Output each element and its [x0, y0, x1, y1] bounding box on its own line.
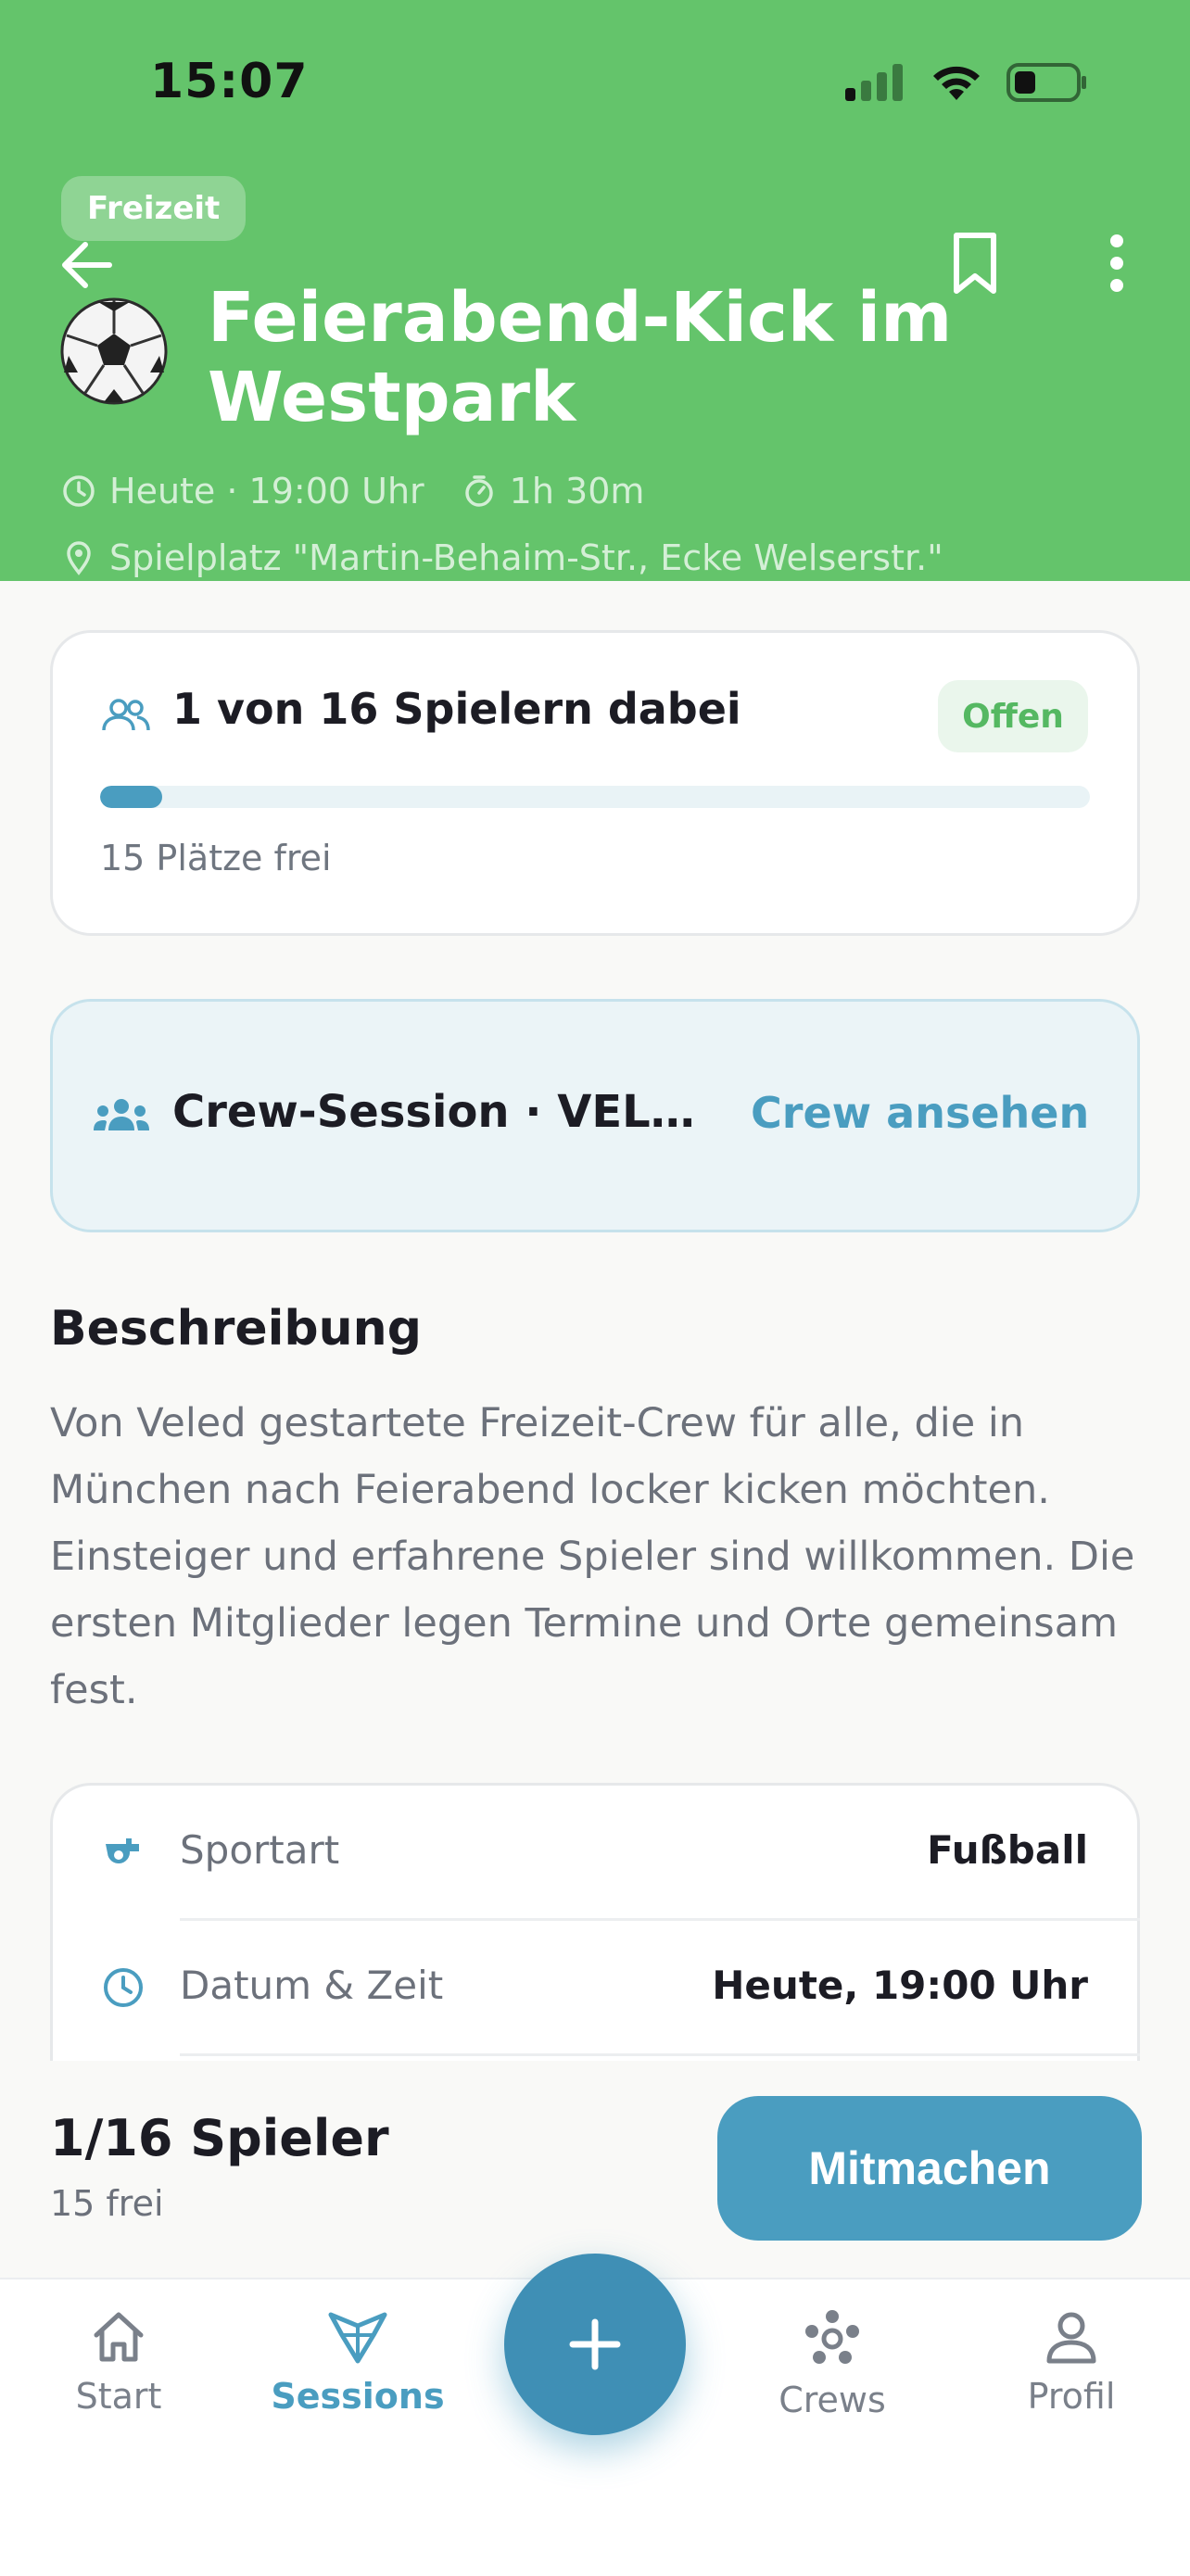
session-location-row[interactable]: Spielplatz "Martin-Behaim-Str., Ecke Wel…	[61, 537, 943, 578]
session-duration: 1h 30m	[509, 471, 645, 511]
back-button[interactable]	[56, 232, 122, 298]
session-when: Heute · 19:00 Uhr	[109, 471, 424, 511]
create-session-button[interactable]	[504, 2254, 686, 2435]
tab-crews[interactable]: Crews	[730, 2307, 934, 2420]
profile-icon	[1046, 2312, 1096, 2364]
battery-icon	[1006, 63, 1086, 102]
crews-icon	[805, 2310, 859, 2364]
description-text: Von Veled gestartete Freizeit-Crew für a…	[50, 1400, 1135, 1713]
player-free-count: 15 frei	[50, 2183, 164, 2224]
detail-label-datetime: Datum & Zeit	[180, 1963, 444, 2008]
more-options-button[interactable]	[1094, 230, 1140, 297]
tab-label: Sessions	[271, 2376, 445, 2417]
home-icon	[94, 2312, 144, 2362]
detail-divider	[180, 2053, 1140, 2056]
session-header: 15:07 Freizeit Feierabend-Kick im Westpa…	[0, 0, 1190, 581]
detail-label-sport: Sportart	[180, 1827, 340, 1873]
tab-label: Start	[75, 2376, 162, 2417]
location-pin-icon	[67, 541, 91, 575]
player-count: 1/16 Spieler	[50, 2109, 389, 2167]
players-progress-bar	[100, 786, 1090, 808]
join-button[interactable]: Mitmachen	[717, 2096, 1142, 2241]
timer-icon	[464, 475, 493, 507]
more-vertical-icon	[1110, 234, 1123, 292]
tab-label: Profil	[1027, 2376, 1116, 2417]
tab-sessions[interactable]: Sessions	[256, 2307, 460, 2417]
wifi-icon	[933, 66, 980, 100]
crew-icon	[94, 1099, 149, 1130]
soccer-ball-icon	[60, 297, 168, 405]
back-arrow-icon	[62, 242, 112, 288]
status-badge: Offen	[938, 680, 1088, 752]
tab-profil[interactable]: Profil	[969, 2307, 1173, 2417]
details-card	[50, 1783, 1140, 2061]
status-time: 15:07	[150, 54, 309, 109]
status-icons	[845, 63, 1088, 102]
detail-value-sport: Fußball	[927, 1827, 1088, 1873]
session-time-row: Heute · 19:00 Uhr 1h 30m	[61, 471, 644, 511]
session-location: Spielplatz "Martin-Behaim-Str., Ecke Wel…	[109, 537, 943, 578]
clock-icon	[104, 1968, 143, 2007]
tab-label: Crews	[779, 2380, 886, 2420]
free-spots-text: 15 Plätze frei	[100, 838, 332, 878]
players-icon	[102, 699, 150, 731]
crew-session-label: Crew-Session · VELED Munich Kickers	[172, 1086, 710, 1138]
signal-icon	[845, 64, 903, 101]
sessions-icon	[328, 2312, 387, 2364]
plus-icon	[569, 2318, 621, 2370]
players-progress-fill	[100, 786, 162, 808]
players-card	[50, 630, 1140, 936]
players-count-title: 1 von 16 Spielern dabei	[172, 684, 741, 734]
tab-start[interactable]: Start	[17, 2307, 221, 2417]
detail-divider	[180, 1918, 1140, 1921]
page-title: Feierabend-Kick im Westpark	[208, 278, 953, 437]
clock-icon	[63, 475, 95, 507]
description-heading: Beschreibung	[50, 1301, 422, 1357]
whistle-icon	[106, 1838, 139, 1864]
detail-value-datetime: Heute, 19:00 Uhr	[712, 1963, 1088, 2008]
view-crew-link[interactable]: Crew ansehen	[751, 1088, 1089, 1138]
